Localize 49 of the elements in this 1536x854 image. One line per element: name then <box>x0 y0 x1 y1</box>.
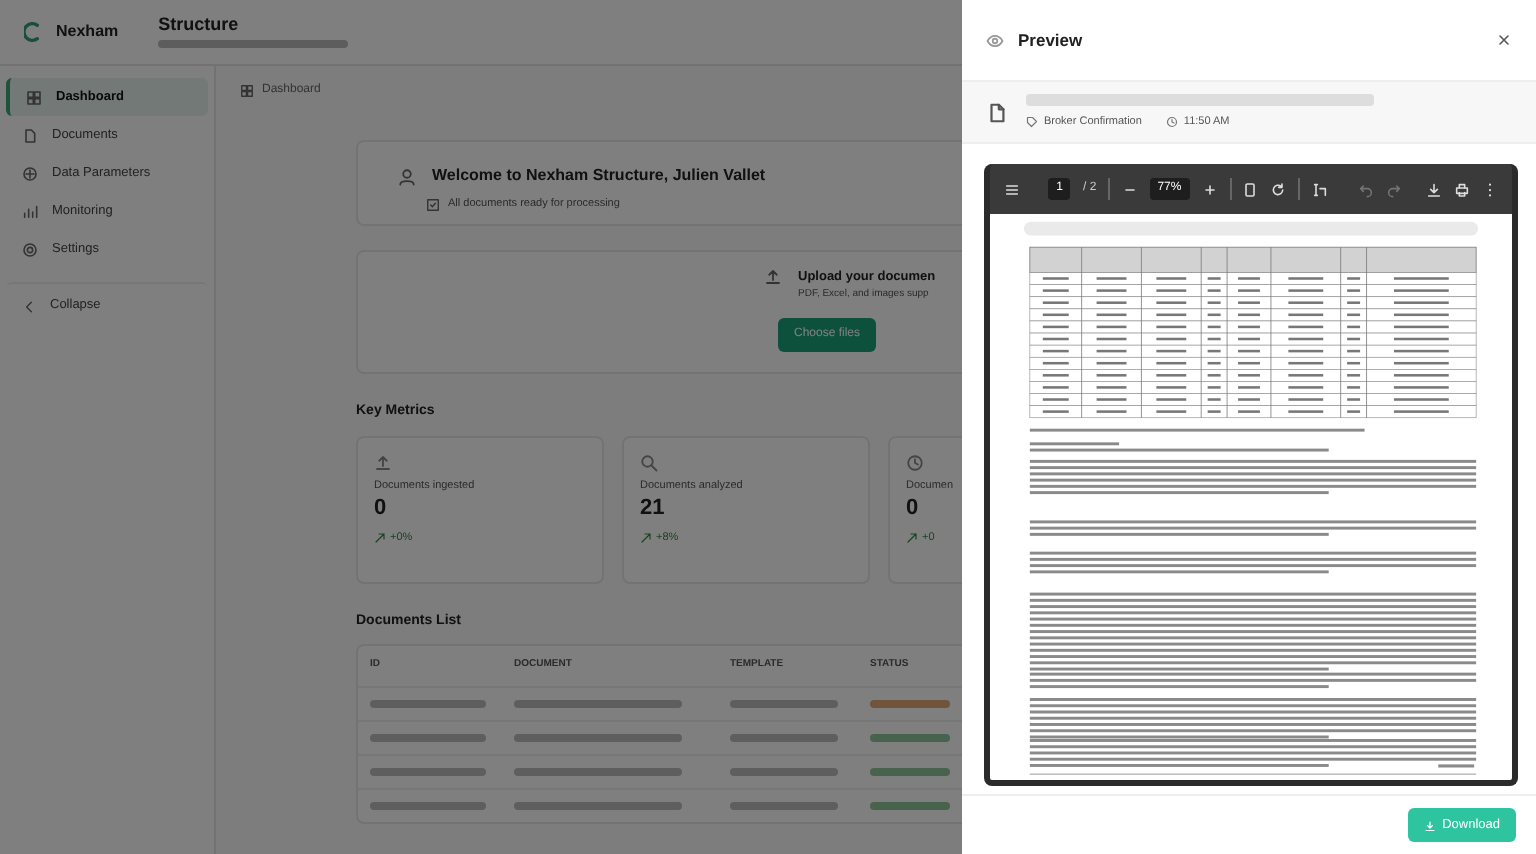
tag-icon <box>1026 116 1038 128</box>
brand-name: Nexham <box>56 20 119 44</box>
print-icon[interactable] <box>1453 181 1470 197</box>
grid-icon <box>240 84 254 98</box>
metric-value: 0 <box>374 493 389 523</box>
metric-value: 0 <box>906 493 921 523</box>
trend-up-icon <box>374 532 386 545</box>
eye-icon <box>986 31 1004 49</box>
upload-icon <box>764 268 782 286</box>
blurred-text <box>370 733 486 741</box>
rotate-icon[interactable] <box>1270 181 1287 197</box>
menu-icon[interactable] <box>1004 181 1020 197</box>
trend-up-icon <box>640 532 652 545</box>
check-square-icon <box>426 197 440 212</box>
blurred-text <box>370 767 486 775</box>
download-icon[interactable] <box>1425 181 1442 197</box>
plus-circle-icon <box>22 165 38 181</box>
bar-chart-icon <box>22 203 38 219</box>
chevron-left-icon <box>22 299 36 313</box>
logo-icon <box>24 22 44 42</box>
grid-icon <box>26 89 42 105</box>
blurred-text <box>870 733 950 741</box>
file-icon <box>986 101 1008 123</box>
metric-value: 21 <box>640 493 667 523</box>
close-icon <box>1496 32 1512 48</box>
blurred-text <box>730 699 838 707</box>
blurred-text <box>370 699 486 707</box>
fit-page-icon[interactable] <box>1242 181 1259 197</box>
blurred-text <box>730 733 838 741</box>
clock-icon <box>906 453 924 471</box>
zoom-in-icon[interactable] <box>1201 181 1218 197</box>
trend-up-icon <box>906 532 918 545</box>
app-title: Structure <box>158 16 241 34</box>
user-icon <box>398 167 416 185</box>
panel-title: Preview <box>1018 27 1083 53</box>
close-button[interactable] <box>1496 32 1512 48</box>
welcome-title: Welcome to Nexham Structure, Julien Vallet <box>432 164 766 188</box>
blurred-text <box>730 767 838 775</box>
blurred-text <box>870 801 950 809</box>
download-icon <box>1424 819 1437 831</box>
text-cursor-icon[interactable] <box>1311 181 1328 197</box>
clock-icon <box>1165 116 1178 128</box>
document-icon <box>22 127 38 143</box>
upload-icon <box>374 453 392 471</box>
blurred-text <box>870 767 950 775</box>
blurred-text <box>870 699 950 707</box>
blurred-text <box>730 801 838 809</box>
search-icon <box>640 453 658 471</box>
blurred-text <box>370 801 486 809</box>
